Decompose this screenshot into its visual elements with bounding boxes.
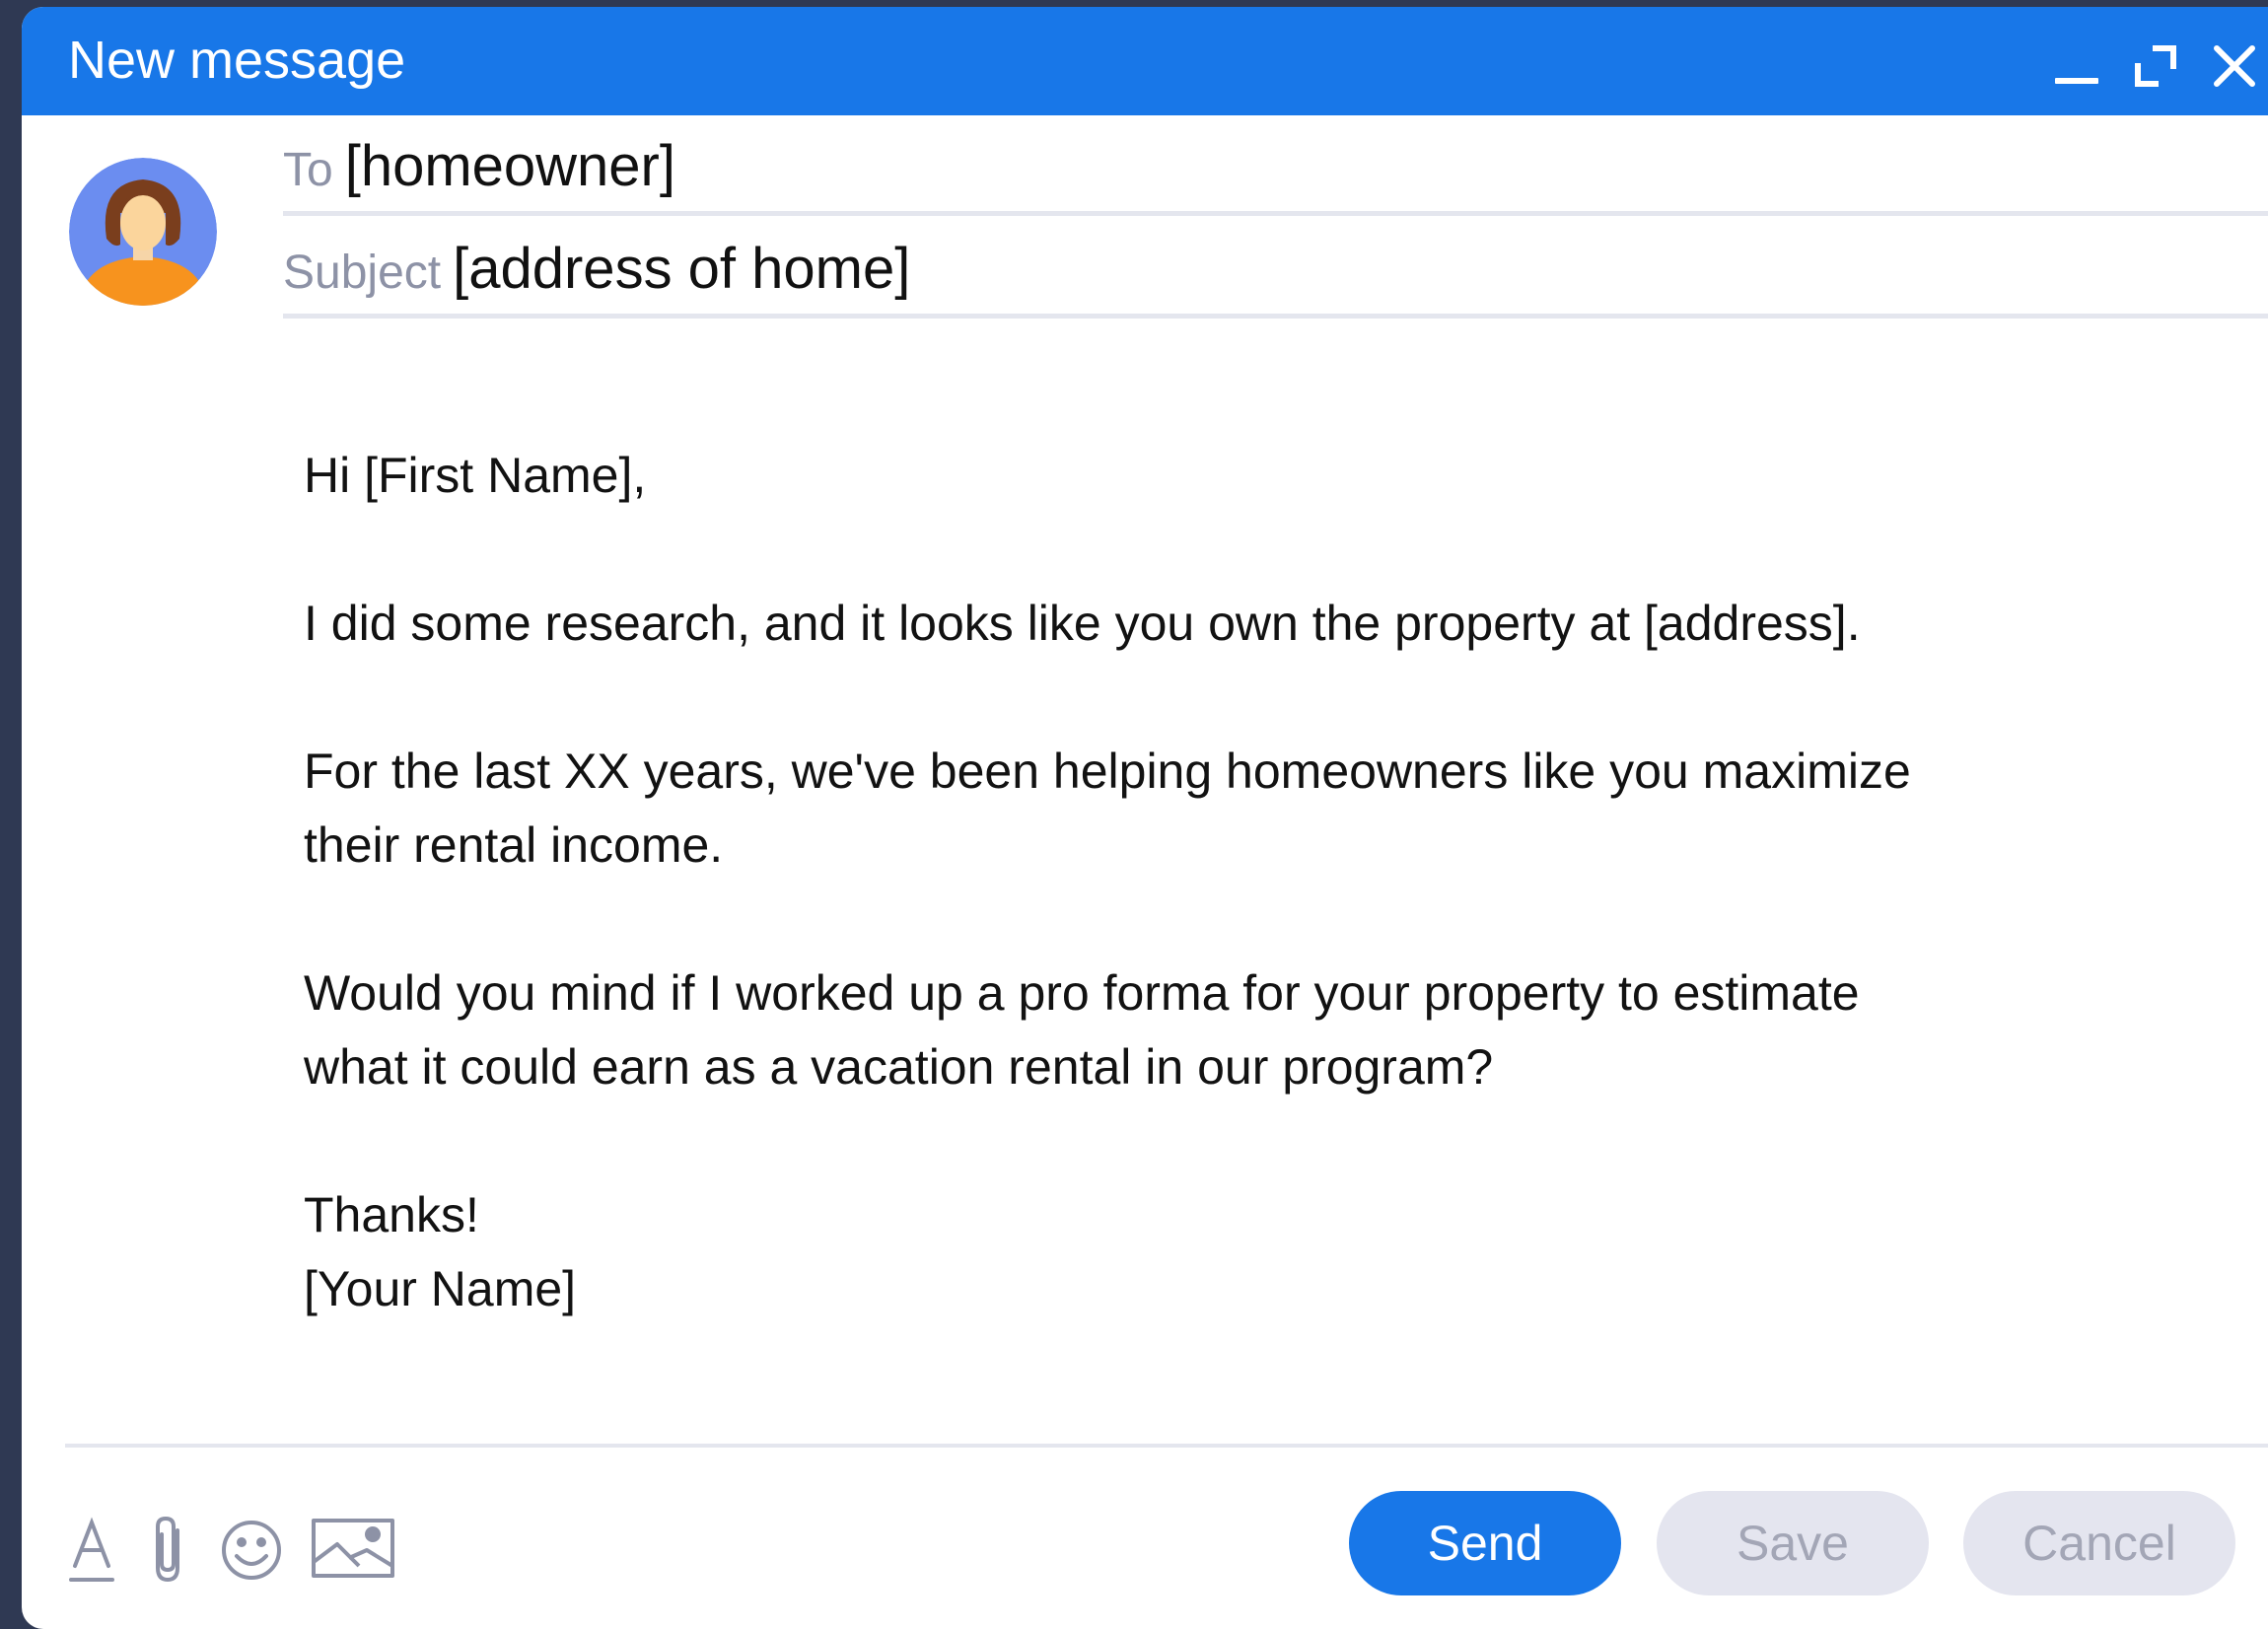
- message-body[interactable]: Hi [First Name], I did some research, an…: [304, 439, 2079, 1326]
- body-signoff: Thanks! [Your Name]: [304, 1187, 577, 1316]
- body-paragraph-3: Would you mind if I worked up a pro form…: [304, 965, 1860, 1095]
- send-button[interactable]: Send: [1349, 1491, 1621, 1595]
- maximize-icon[interactable]: [2130, 40, 2181, 92]
- compose-window: New message To [homeowner] Subject [addr…: [22, 7, 2268, 1629]
- text-format-icon[interactable]: [67, 1511, 116, 1586]
- screen: New message To [homeowner] Subject [addr…: [0, 0, 2268, 1629]
- emoji-icon[interactable]: [217, 1511, 286, 1586]
- to-field[interactable]: To [homeowner]: [283, 133, 2268, 216]
- footer-divider: [65, 1444, 2268, 1448]
- save-button[interactable]: Save: [1657, 1491, 1929, 1595]
- body-paragraph-1: I did some research, and it looks like y…: [304, 596, 1861, 651]
- subject-input[interactable]: [address of home]: [453, 236, 910, 302]
- paperclip-icon[interactable]: [142, 1511, 195, 1586]
- to-input[interactable]: [homeowner]: [345, 133, 675, 199]
- image-icon[interactable]: [310, 1511, 396, 1586]
- subject-label: Subject: [283, 247, 442, 299]
- body-paragraph-2: For the last XX years, we've been helpin…: [304, 744, 1911, 873]
- to-label: To: [283, 144, 333, 196]
- avatar: [69, 158, 217, 306]
- minimize-icon[interactable]: [2051, 40, 2102, 92]
- subject-field[interactable]: Subject [address of home]: [283, 236, 2268, 319]
- close-icon[interactable]: [2209, 40, 2260, 92]
- cancel-button[interactable]: Cancel: [1963, 1491, 2235, 1595]
- title-bar: New message: [22, 7, 2268, 115]
- window-title: New message: [68, 31, 406, 90]
- body-greeting: Hi [First Name],: [304, 448, 647, 503]
